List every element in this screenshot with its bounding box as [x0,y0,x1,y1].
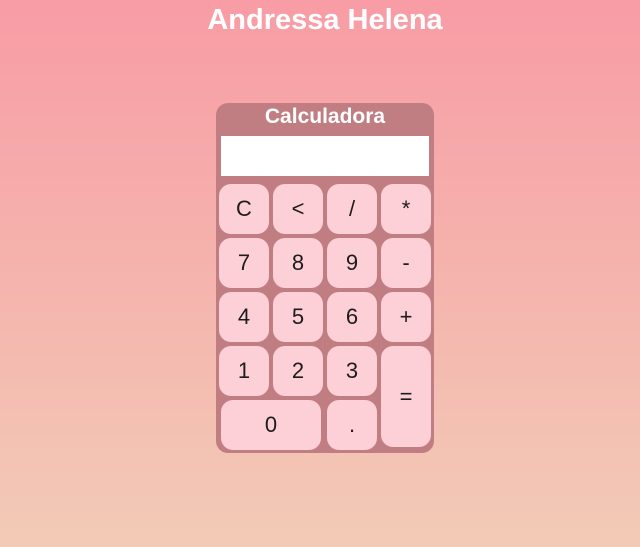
equals-button[interactable]: = [381,346,431,447]
page-title: Andressa Helena [207,4,443,36]
clear-button[interactable]: C [219,184,269,234]
digit-9-button[interactable]: 9 [327,238,377,288]
backspace-button[interactable]: < [273,184,323,234]
calculator-display[interactable] [221,136,429,176]
divide-button[interactable]: / [327,184,377,234]
digit-6-button[interactable]: 6 [327,292,377,342]
digit-4-button[interactable]: 4 [219,292,269,342]
digit-5-button[interactable]: 5 [273,292,323,342]
calculator-title: Calculadora [264,105,386,128]
calculator: Calculadora C < / * 7 8 9 - 4 5 6 + 1 2 … [216,103,434,453]
digit-8-button[interactable]: 8 [273,238,323,288]
digit-2-button[interactable]: 2 [273,346,323,396]
multiply-button[interactable]: * [381,184,431,234]
minus-button[interactable]: - [381,238,431,288]
plus-button[interactable]: + [381,292,431,342]
digit-1-button[interactable]: 1 [219,346,269,396]
digit-0-button[interactable]: 0 [221,400,321,450]
decimal-button[interactable]: . [327,400,377,450]
digit-7-button[interactable]: 7 [219,238,269,288]
digit-3-button[interactable]: 3 [327,346,377,396]
